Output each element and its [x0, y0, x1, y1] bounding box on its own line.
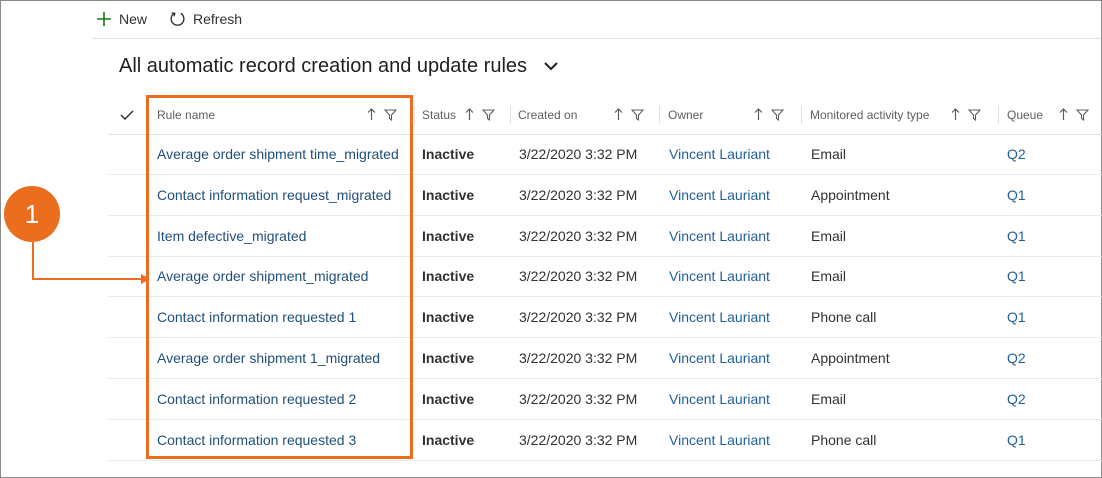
column-header-owner[interactable]: Owner — [668, 96, 703, 134]
column-header-label: Created on — [518, 108, 578, 122]
filter-icon[interactable] — [481, 108, 496, 126]
created-on-cell: 3/22/2020 3:32 PM — [519, 268, 638, 285]
owner-link[interactable]: Vincent Lauriant — [669, 338, 770, 378]
grid-header: Rule name Status Created on Owner Monito… — [108, 96, 1102, 135]
column-header-status[interactable]: Status — [422, 96, 456, 134]
status-cell: Inactive — [422, 186, 475, 203]
filter-icon[interactable] — [1075, 108, 1090, 126]
owner-link[interactable]: Vincent Lauriant — [669, 256, 770, 296]
rule-name-link[interactable]: Average order shipment_migrated — [157, 256, 368, 296]
sort-arrow-icon[interactable] — [367, 108, 376, 126]
filter-icon[interactable] — [967, 108, 982, 126]
created-on-cell: 3/22/2020 3:32 PM — [519, 431, 638, 448]
queue-link[interactable]: Q1 — [1007, 175, 1026, 215]
rule-name-link[interactable]: Item defective_migrated — [157, 216, 306, 256]
callout-number-badge: 1 — [4, 186, 60, 242]
table-row[interactable]: Average order shipment time_migrated Inac… — [108, 134, 1102, 175]
column-header-label: Status — [422, 108, 457, 122]
chevron-down-icon[interactable] — [543, 55, 559, 78]
callout-arrow — [32, 242, 150, 284]
column-separator[interactable] — [659, 106, 660, 124]
table-row[interactable]: Contact information requested 1 Inactive 3… — [108, 297, 1102, 339]
column-separator[interactable] — [801, 106, 802, 124]
table-row[interactable]: Average order shipment 1_migrated Inactiv… — [108, 338, 1102, 379]
column-header-created-on[interactable]: Created on — [518, 96, 577, 134]
column-header-queue[interactable]: Queue — [1007, 96, 1043, 134]
status-cell: Inactive — [422, 146, 475, 162]
column-header-rule-name[interactable]: Rule name — [157, 96, 215, 134]
owner-link[interactable]: Vincent Lauriant — [669, 175, 770, 215]
status-cell: Inactive — [422, 350, 475, 366]
owner-link[interactable]: Vincent Lauriant — [669, 216, 770, 256]
filter-icon[interactable] — [383, 108, 398, 126]
column-header-monitored-activity-type[interactable]: Monitored activity type — [810, 96, 929, 134]
queue-link[interactable]: Q2 — [1007, 134, 1026, 174]
created-on-cell: 3/22/2020 3:32 PM — [519, 390, 638, 407]
table-row[interactable]: Contact information request_migrated Inac… — [108, 175, 1102, 216]
column-header-label: Rule name — [157, 108, 216, 122]
created-on-cell: 3/22/2020 3:32 PM — [519, 146, 638, 162]
queue-link[interactable]: Q2 — [1007, 379, 1026, 419]
filter-icon[interactable] — [630, 108, 645, 126]
column-separator[interactable] — [998, 106, 999, 124]
table-row[interactable]: Contact information requested 3 Inactive 3… — [108, 420, 1102, 461]
rule-name-link[interactable]: Contact information requested 1 — [157, 297, 356, 337]
activity-type-cell: Email — [811, 390, 847, 407]
queue-link[interactable]: Q2 — [1007, 338, 1026, 378]
activity-type-cell: Email — [811, 146, 847, 162]
owner-link[interactable]: Vincent Lauriant — [669, 297, 770, 337]
column-header-label: Monitored activity type — [810, 108, 930, 122]
activity-type-cell: Email — [811, 227, 847, 244]
queue-link[interactable]: Q1 — [1007, 420, 1026, 460]
created-on-cell: 3/22/2020 3:32 PM — [519, 186, 638, 203]
refresh-button-label: Refresh — [193, 11, 243, 27]
rule-name-link[interactable]: Contact information request_migrated — [157, 175, 391, 215]
created-on-cell: 3/22/2020 3:32 PM — [519, 227, 638, 244]
status-cell: Inactive — [422, 309, 475, 326]
sort-arrow-icon[interactable] — [754, 108, 763, 126]
queue-link[interactable]: Q1 — [1007, 297, 1026, 337]
created-on-cell: 3/22/2020 3:32 PM — [519, 309, 638, 326]
toolbar-divider — [92, 38, 1100, 39]
filter-icon[interactable] — [770, 108, 785, 126]
owner-link[interactable]: Vincent Lauriant — [669, 420, 770, 460]
table-row[interactable]: Contact information requested 2 Inactive 3… — [108, 379, 1102, 420]
rule-name-link[interactable]: Average order shipment time_migrated — [157, 134, 399, 174]
queue-link[interactable]: Q1 — [1007, 256, 1026, 296]
created-on-cell: 3/22/2020 3:32 PM — [519, 350, 638, 366]
activity-type-cell: Phone call — [811, 431, 877, 448]
activity-type-cell: Email — [811, 268, 847, 285]
queue-link[interactable]: Q1 — [1007, 216, 1026, 256]
rule-name-link[interactable]: Average order shipment 1_migrated — [157, 338, 380, 378]
owner-link[interactable]: Vincent Lauriant — [669, 134, 770, 174]
sort-arrow-icon[interactable] — [951, 108, 960, 126]
column-header-label: Queue — [1007, 108, 1044, 122]
page-title: All automatic record creation and update… — [119, 55, 528, 77]
activity-type-cell: Appointment — [811, 186, 890, 203]
column-separator[interactable] — [510, 106, 511, 124]
table-row[interactable]: Average order shipment_migrated Inactive 3… — [108, 256, 1102, 298]
rule-name-link[interactable]: Contact information requested 2 — [157, 379, 356, 419]
status-cell: Inactive — [422, 268, 475, 285]
sort-arrow-icon[interactable] — [465, 108, 474, 126]
rule-name-link[interactable]: Contact information requested 3 — [157, 420, 356, 460]
refresh-icon — [170, 11, 185, 26]
activity-type-cell: Appointment — [811, 350, 890, 366]
status-cell: Inactive — [422, 227, 475, 244]
column-separator[interactable] — [414, 106, 415, 124]
sort-arrow-icon[interactable] — [614, 108, 623, 126]
column-header-label: Owner — [668, 108, 704, 122]
owner-link[interactable]: Vincent Lauriant — [669, 379, 770, 419]
status-cell: Inactive — [422, 390, 475, 407]
sort-arrow-icon[interactable] — [1059, 108, 1068, 126]
status-cell: Inactive — [422, 431, 475, 448]
table-row[interactable]: Item defective_migrated Inactive 3/22/2020… — [108, 216, 1102, 257]
activity-type-cell: Phone call — [811, 309, 877, 326]
callout-number: 1 — [24, 198, 40, 229]
view-selector[interactable]: All automatic record creation and update… — [119, 55, 559, 78]
refresh-button[interactable]: Refresh — [169, 11, 242, 28]
